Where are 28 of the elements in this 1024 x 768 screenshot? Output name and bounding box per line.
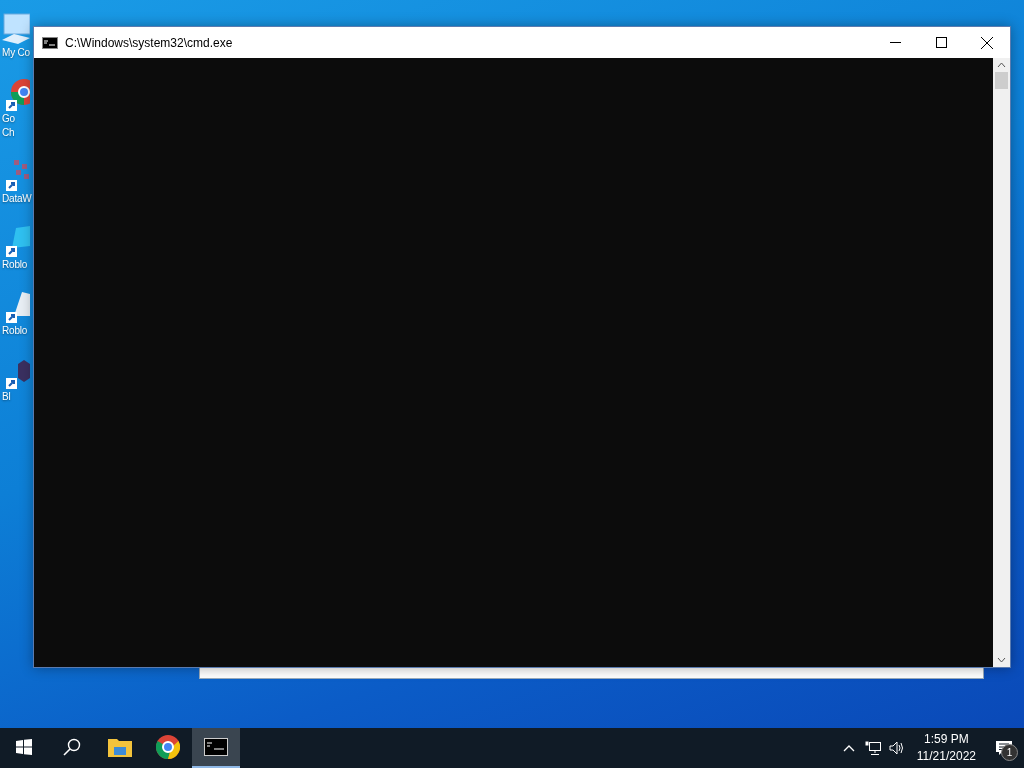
network-icon[interactable] (864, 740, 881, 756)
search-icon (63, 738, 81, 756)
desktop-icon-label[interactable]: DataW (0, 192, 32, 206)
clock[interactable]: 1:59 PM 11/21/2022 (908, 731, 984, 765)
desktop-icon-label[interactable]: Bl (0, 390, 11, 404)
desktop-icon-label[interactable]: Roblo (0, 324, 28, 338)
chrome-icon (156, 735, 180, 759)
clock-date: 11/21/2022 (916, 748, 976, 765)
notifications-button[interactable]: 1 (984, 728, 1024, 768)
computer-icon (0, 12, 30, 46)
clock-time: 1:59 PM (924, 731, 969, 748)
desktop-icon-label[interactable]: Ch (0, 126, 15, 140)
desktop-icon-label[interactable]: Go (0, 112, 15, 126)
scrollbar-thumb[interactable] (995, 72, 1008, 89)
terminal-icon (204, 738, 228, 756)
desktop-icon-label[interactable]: Roblo (0, 258, 28, 272)
volume-icon[interactable] (888, 740, 905, 756)
terminal-icon (42, 36, 58, 49)
folder-icon (108, 737, 132, 757)
desktop-icon-label[interactable]: My Co (0, 46, 30, 60)
chevron-up-icon[interactable] (842, 744, 855, 752)
notification-count: 1 (1001, 744, 1018, 761)
taskbar-app-button[interactable] (192, 728, 240, 768)
scrollbar[interactable] (993, 58, 1010, 667)
windows-icon (16, 739, 32, 755)
maximize-icon (935, 37, 947, 48)
window-title: C:\Windows\system32\cmd.exe (65, 35, 234, 50)
close-icon (981, 36, 993, 49)
